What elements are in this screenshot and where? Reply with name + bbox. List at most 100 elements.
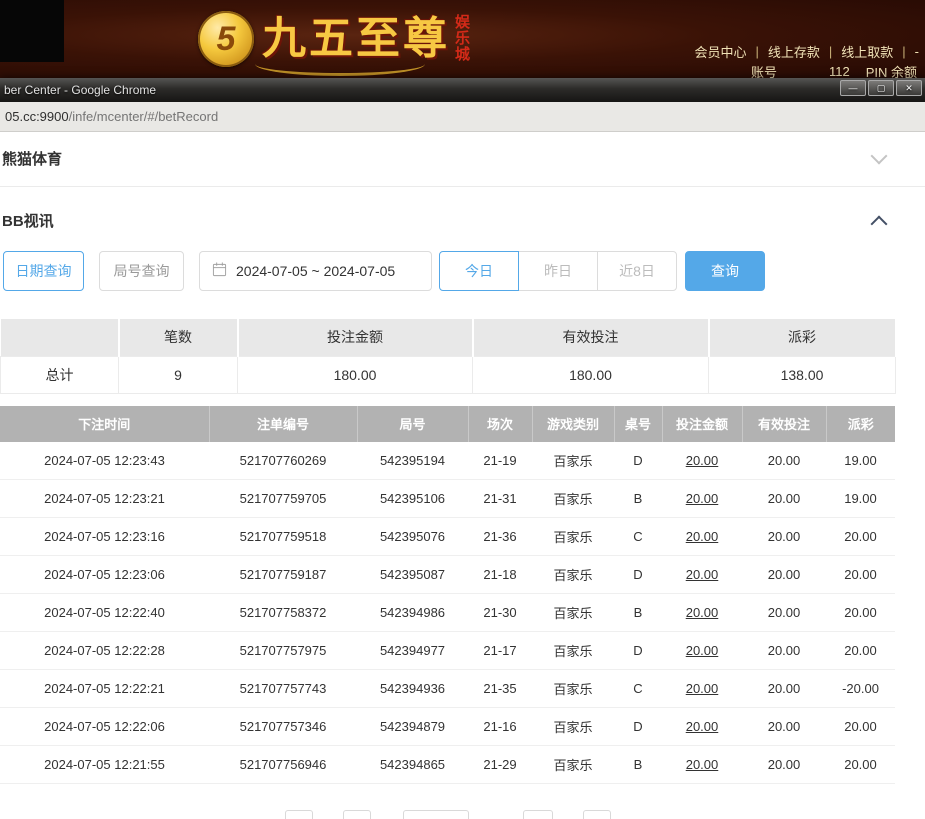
table-row: 2024-07-05 12:22:40 521707758372 5423949…	[0, 594, 895, 632]
maximize-button[interactable]: ▢	[868, 80, 894, 96]
round-number-cell: 542395076	[357, 518, 468, 556]
nav-link-deposit[interactable]: 线上存款	[768, 42, 820, 61]
summary-total-row: 总计 9 180.00 180.00 138.00	[1, 356, 896, 393]
background-window-corner	[0, 0, 64, 62]
bet-amount-link[interactable]: 20.00	[662, 594, 742, 632]
game-type-cell: 百家乐	[532, 746, 614, 784]
logo-subtitle: 娱 乐 城	[455, 15, 470, 62]
game-type-cell: 百家乐	[532, 442, 614, 480]
valid-bet-cell: 20.00	[742, 708, 826, 746]
payout-cell: 19.00	[826, 442, 895, 480]
table-row: 2024-07-05 12:21:55 521707756946 5423948…	[0, 746, 895, 784]
logo-subtitle-char: 城	[455, 47, 470, 63]
logo-coin-glyph: 5	[217, 20, 236, 59]
screen: 5 九五至尊 娱 乐 城 会员中心 | 线上存款 | 线上取款 | - 账号 1…	[0, 0, 925, 819]
site-banner: 5 九五至尊 娱 乐 城 会员中心 | 线上存款 | 线上取款 | - 账号 1…	[0, 0, 925, 78]
round-query-button[interactable]: 局号查询	[99, 251, 184, 291]
payout-cell: 20.00	[826, 556, 895, 594]
pagination-size-select[interactable]	[403, 810, 469, 819]
bet-amount-link[interactable]: 20.00	[662, 708, 742, 746]
summary-corner-cell	[1, 319, 119, 356]
table-row: 2024-07-05 12:22:06 521707757346 5423948…	[0, 708, 895, 746]
session-cell: 21-30	[468, 594, 532, 632]
bet-time-cell: 2024-07-05 12:21:55	[0, 746, 209, 784]
pagination-jump-input[interactable]	[583, 810, 611, 819]
close-button[interactable]: ✕	[896, 80, 922, 96]
payout-cell: 20.00	[826, 746, 895, 784]
valid-bet-cell: 20.00	[742, 632, 826, 670]
header-order-number: 注单编号	[209, 406, 357, 442]
bet-amount-link[interactable]: 20.00	[662, 442, 742, 480]
date-range-picker[interactable]: 2024-07-05 ~ 2024-07-05	[199, 251, 432, 291]
header-bet-time: 下注时间	[0, 406, 209, 442]
nav-link-member-center[interactable]: 会员中心	[694, 42, 746, 61]
section-bb-video[interactable]: BB视讯	[0, 187, 925, 251]
logo-subtitle-char: 娱	[455, 15, 470, 31]
bet-amount-link[interactable]: 20.00	[662, 670, 742, 708]
url-host: 05.cc:9900	[5, 109, 69, 124]
yesterday-button[interactable]: 昨日	[518, 251, 598, 291]
logo-title: 九五至尊	[262, 17, 450, 61]
summary-valid-value: 180.00	[473, 356, 709, 393]
bet-amount-link[interactable]: 20.00	[662, 480, 742, 518]
date-query-button[interactable]: 日期查询	[3, 251, 84, 291]
round-number-cell: 542395106	[357, 480, 468, 518]
summary-amount-value: 180.00	[238, 356, 473, 393]
filter-bar: 日期查询 局号查询 2024-07-05 ~ 2024-07-05 今日 昨日 …	[3, 251, 925, 291]
summary-count-value: 9	[119, 356, 238, 393]
bet-time-cell: 2024-07-05 12:22:06	[0, 708, 209, 746]
round-number-cell: 542394865	[357, 746, 468, 784]
session-cell: 21-17	[468, 632, 532, 670]
bet-amount-link[interactable]: 20.00	[662, 632, 742, 670]
valid-bet-cell: 20.00	[742, 518, 826, 556]
url-path: /infe/mcenter/#/betRecord	[69, 109, 219, 124]
order-number-cell: 521707759187	[209, 556, 357, 594]
header-bet-amount: 投注金额	[662, 406, 742, 442]
table-number-cell: D	[614, 442, 662, 480]
bet-time-cell: 2024-07-05 12:22:28	[0, 632, 209, 670]
order-number-cell: 521707760269	[209, 442, 357, 480]
bet-table-header-row: 下注时间 注单编号 局号 场次 游戏类别 桌号 投注金额 有效投注 派彩	[0, 406, 895, 442]
nav-separator: |	[829, 44, 832, 59]
round-number-cell: 542394986	[357, 594, 468, 632]
pagination-prev-button[interactable]	[285, 810, 313, 819]
bet-amount-link[interactable]: 20.00	[662, 518, 742, 556]
payout-cell: -20.00	[826, 670, 895, 708]
pagination-page-button[interactable]	[343, 810, 371, 819]
table-row: 2024-07-05 12:23:43 521707760269 5423951…	[0, 442, 895, 480]
bet-amount-link[interactable]: 20.00	[662, 746, 742, 784]
nav-truncated-text: -	[915, 44, 919, 59]
window-title: ber Center - Google Chrome	[4, 83, 156, 97]
summary-header-row: 笔数 投注金额 有效投注 派彩	[1, 319, 896, 356]
nav-link-withdraw[interactable]: 线上取款	[841, 42, 893, 61]
minimize-button[interactable]: —	[840, 80, 866, 96]
valid-bet-cell: 20.00	[742, 442, 826, 480]
bet-amount-link[interactable]: 20.00	[662, 556, 742, 594]
valid-bet-cell: 20.00	[742, 670, 826, 708]
table-number-cell: D	[614, 556, 662, 594]
summary-header-amount: 投注金额	[238, 319, 473, 356]
table-number-cell: C	[614, 518, 662, 556]
section-panda-sports[interactable]: 熊猫体育	[0, 132, 925, 187]
nav-separator: |	[755, 44, 758, 59]
payout-cell: 20.00	[826, 594, 895, 632]
table-row: 2024-07-05 12:22:28 521707757975 5423949…	[0, 632, 895, 670]
table-number-cell: B	[614, 594, 662, 632]
game-type-cell: 百家乐	[532, 708, 614, 746]
quick-range-group: 今日 昨日 近8日	[439, 251, 677, 291]
address-bar[interactable]: 05.cc:9900/infe/mcenter/#/betRecord	[0, 102, 925, 132]
bet-time-cell: 2024-07-05 12:23:06	[0, 556, 209, 594]
session-cell: 21-36	[468, 518, 532, 556]
bet-time-cell: 2024-07-05 12:23:43	[0, 442, 209, 480]
valid-bet-cell: 20.00	[742, 480, 826, 518]
today-button[interactable]: 今日	[439, 251, 519, 291]
date-range-value: 2024-07-05 ~ 2024-07-05	[236, 263, 395, 279]
header-session: 场次	[468, 406, 532, 442]
search-button[interactable]: 查询	[685, 251, 765, 291]
bet-table-body: 2024-07-05 12:23:43 521707760269 5423951…	[0, 442, 895, 784]
round-number-cell: 542394879	[357, 708, 468, 746]
pagination-next-button[interactable]	[523, 810, 553, 819]
last-8-days-button[interactable]: 近8日	[597, 251, 677, 291]
session-cell: 21-16	[468, 708, 532, 746]
window-titlebar[interactable]: ber Center - Google Chrome — ▢ ✕	[0, 78, 925, 102]
